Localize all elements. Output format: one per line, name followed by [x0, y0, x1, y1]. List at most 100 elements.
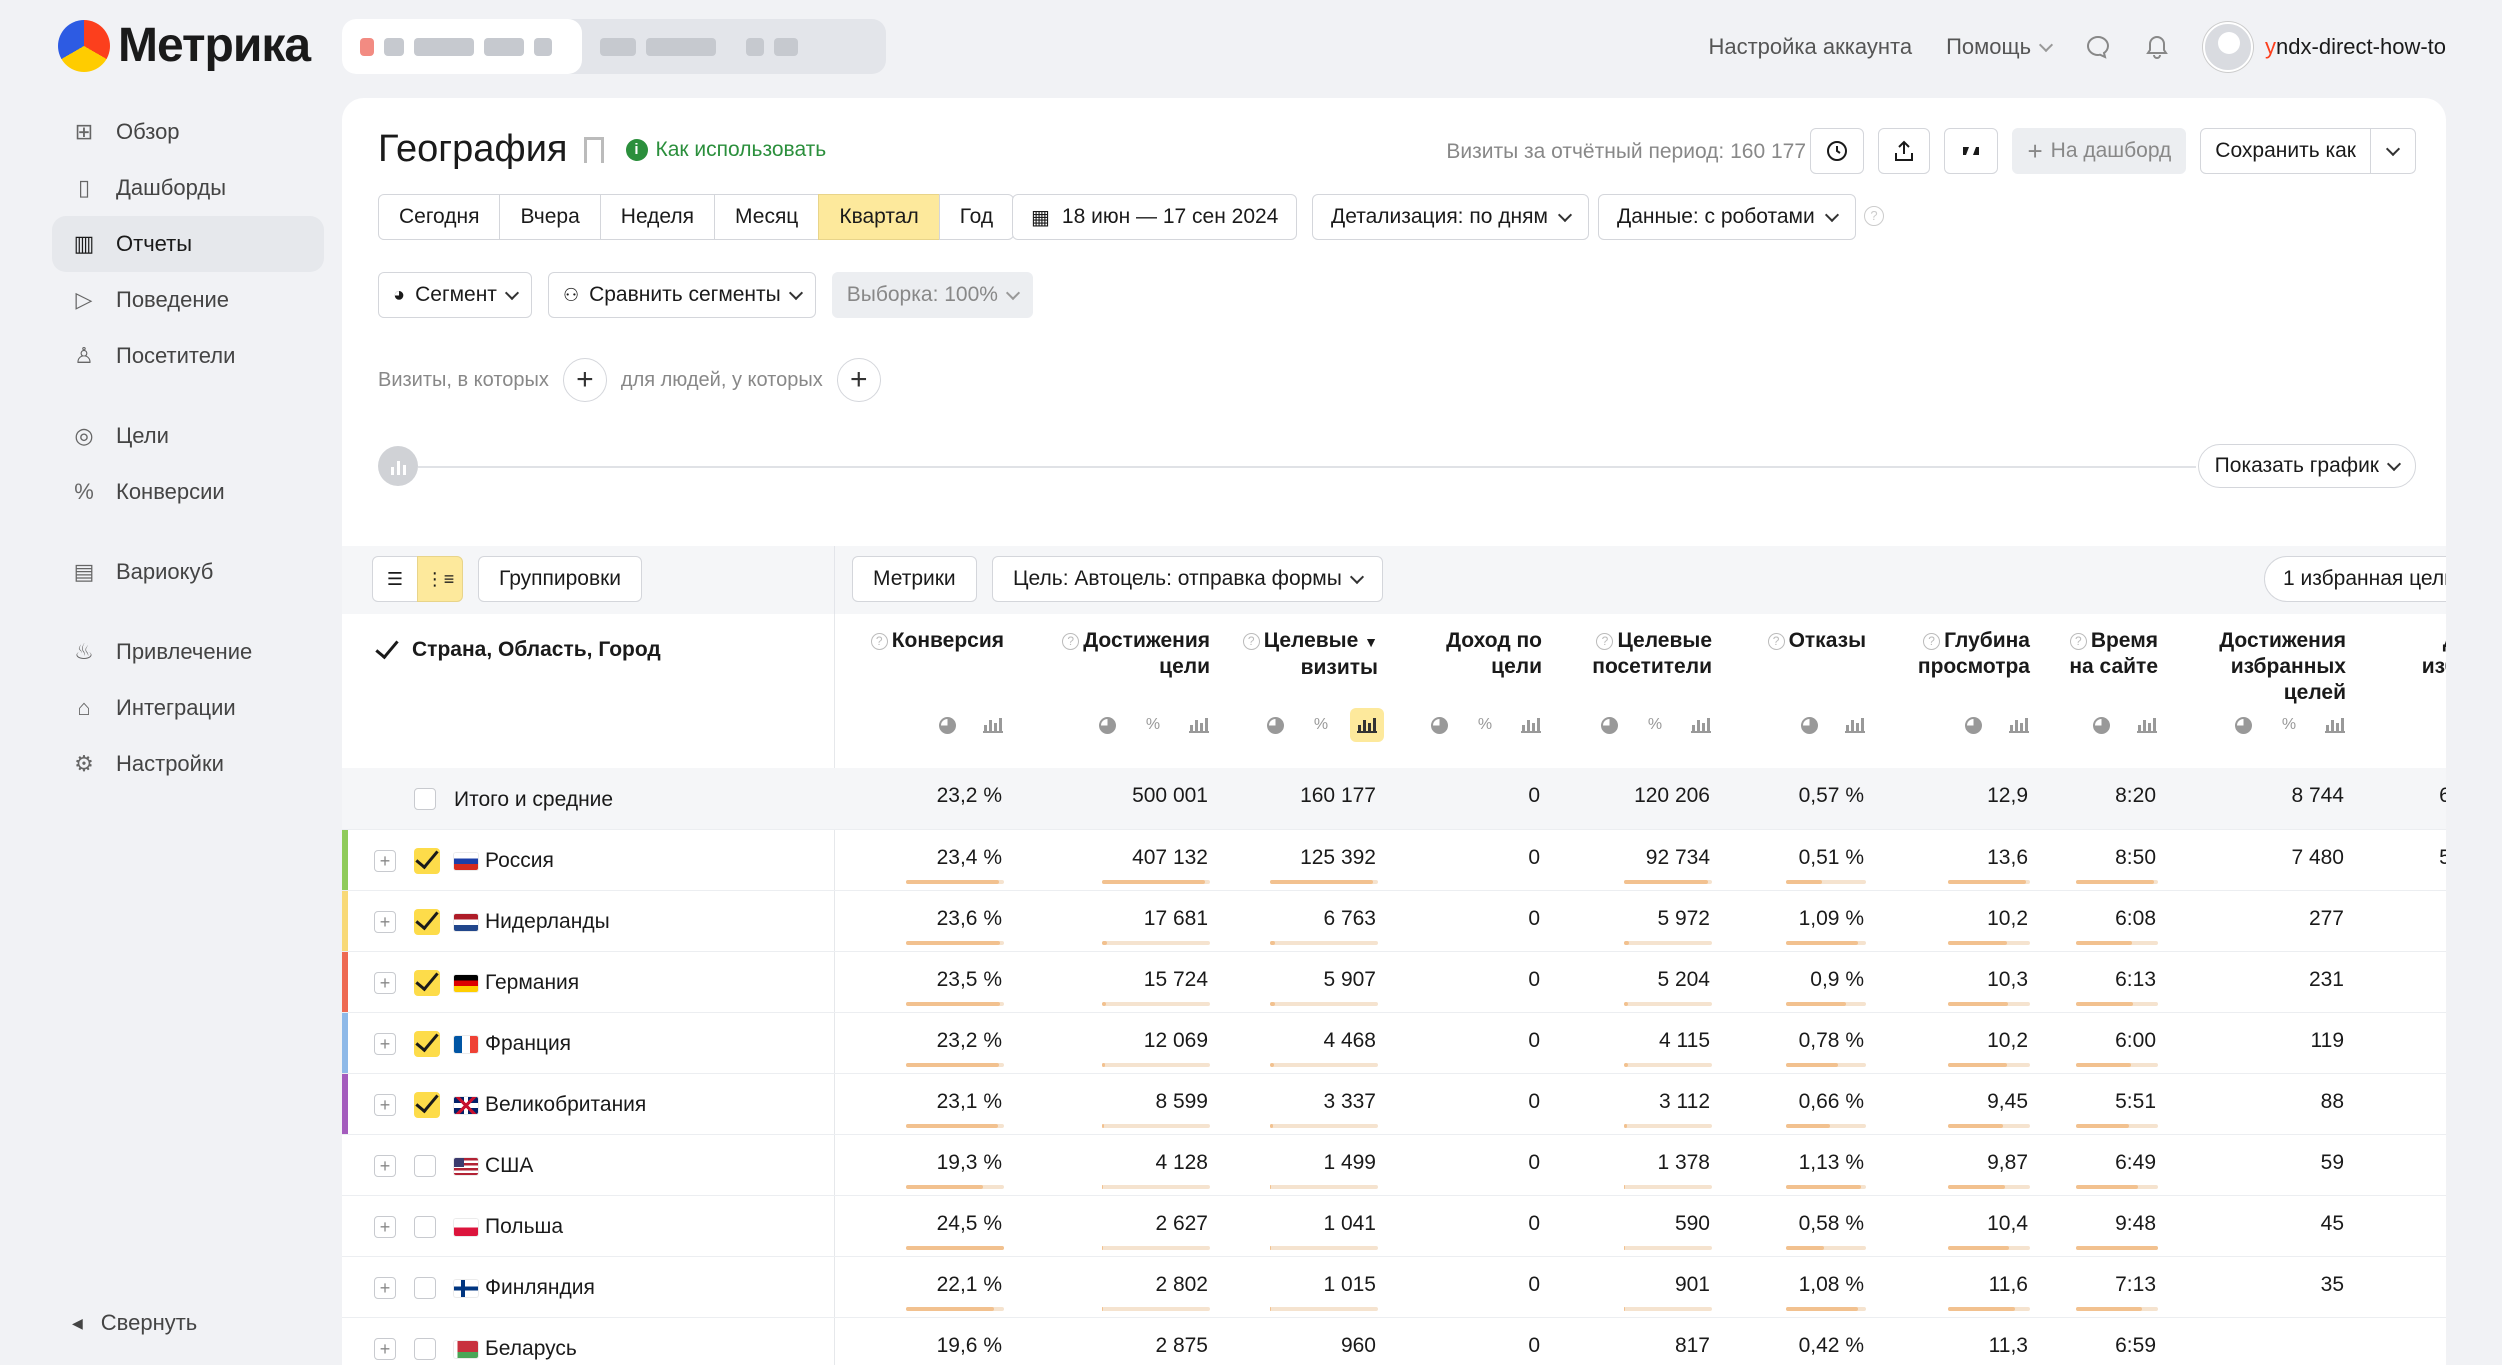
bar-chart-icon[interactable]: [2130, 708, 2164, 742]
how-to-use-link[interactable]: i Как использовать: [625, 138, 826, 162]
column-header[interactable]: ? Глубина просмотра: [1918, 628, 2030, 680]
table-row[interactable]: + Великобритания 23,1 % 8 599 3 337 0 3 112 0,6…: [342, 1074, 2446, 1135]
expand-icon[interactable]: +: [374, 1216, 396, 1238]
sidebar-item-acquisition[interactable]: ♨ Привлечение: [52, 624, 324, 680]
expand-icon[interactable]: +: [374, 911, 396, 933]
table-row[interactable]: + Франция 23,2 % 12 069 4 468 0 4 115 0,78 % 10,…: [342, 1013, 2446, 1074]
segment-dropdown[interactable]: ◕ Сегмент: [378, 272, 532, 318]
expand-icon[interactable]: +: [374, 1277, 396, 1299]
bar-chart-icon[interactable]: [1350, 708, 1384, 742]
row-checkbox[interactable]: [414, 1092, 440, 1118]
percent-icon[interactable]: %: [2272, 708, 2306, 742]
sidebar-item-overview[interactable]: ⊞ Обзор: [52, 104, 324, 160]
pie-chart-icon[interactable]: [1592, 708, 1626, 742]
counter-tab[interactable]: [582, 19, 816, 74]
expand-icon[interactable]: +: [374, 972, 396, 994]
row-label[interactable]: Великобритания: [485, 1093, 646, 1117]
compare-segments-dropdown[interactable]: ⚇ Сравнить сегменты: [547, 272, 816, 318]
column-header[interactable]: ? Время на сайте: [2069, 628, 2158, 680]
column-header[interactable]: ? Конверсия: [870, 628, 1004, 654]
column-header[interactable]: ? Целевые посетители: [1592, 628, 1712, 680]
expand-icon[interactable]: +: [374, 1155, 396, 1177]
row-label[interactable]: Финляндия: [485, 1276, 595, 1300]
table-row[interactable]: + Финляндия 22,1 % 2 802 1 015 0 901 1,08 % 11,6…: [342, 1257, 2446, 1318]
add-to-dashboard-button[interactable]: + На дашборд: [2012, 128, 2187, 174]
help-icon[interactable]: ?: [1767, 633, 1785, 650]
pie-chart-icon[interactable]: [1422, 708, 1456, 742]
bar-chart-icon[interactable]: [1838, 708, 1872, 742]
bar-chart-icon[interactable]: [1684, 708, 1718, 742]
pie-chart-icon[interactable]: [1792, 708, 1826, 742]
sidebar-item-visitors[interactable]: ♙ Посетители: [52, 328, 324, 384]
pie-chart-icon[interactable]: [2084, 708, 2118, 742]
sidebar-item-variocube[interactable]: ▤ Вариокуб: [52, 544, 324, 600]
percent-icon[interactable]: %: [1304, 708, 1338, 742]
save-as-dropdown[interactable]: [2370, 128, 2416, 174]
period-week[interactable]: Неделя: [599, 194, 716, 240]
sidebar-item-settings[interactable]: ⚙ Настройки: [52, 736, 324, 792]
column-header[interactable]: Доход по цели: [1446, 628, 1542, 680]
account-settings-link[interactable]: Настройка аккаунта: [1708, 34, 1912, 60]
expand-icon[interactable]: +: [374, 1094, 396, 1116]
sidebar-item-integrations[interactable]: ⌂ Интеграции: [52, 680, 324, 736]
bar-chart-icon[interactable]: [976, 708, 1010, 742]
select-all-checkbox[interactable]: [374, 638, 400, 664]
percent-icon[interactable]: %: [1136, 708, 1170, 742]
row-checkbox[interactable]: [414, 970, 440, 996]
tree-view-icon[interactable]: ⋮≡: [417, 556, 463, 602]
help-icon[interactable]: ?: [870, 633, 888, 650]
period-yesterday[interactable]: Вчера: [499, 194, 601, 240]
bar-chart-icon[interactable]: [1182, 708, 1216, 742]
table-row[interactable]: + Германия 23,5 % 15 724 5 907 0 5 204 0,9 % 10,…: [342, 952, 2446, 1013]
pie-chart-icon[interactable]: [1956, 708, 1990, 742]
column-header[interactable]: Дох избрац: [2422, 628, 2446, 706]
bar-chart-icon[interactable]: [2002, 708, 2036, 742]
expand-icon[interactable]: +: [374, 1338, 396, 1360]
bookmark-icon[interactable]: [583, 136, 604, 163]
row-label[interactable]: Нидерланды: [485, 910, 610, 934]
chart-icon[interactable]: [378, 446, 418, 486]
sidebar-item-dashboards[interactable]: ▯ Дашборды: [52, 160, 324, 216]
row-checkbox[interactable]: [414, 1216, 436, 1238]
counter-tab-active[interactable]: [342, 19, 582, 74]
help-icon[interactable]: ?: [1596, 633, 1614, 650]
row-label[interactable]: Германия: [485, 971, 579, 995]
column-header[interactable]: Достижения избранных целей: [2219, 628, 2346, 706]
percent-icon[interactable]: %: [1468, 708, 1502, 742]
sample-dropdown[interactable]: Выборка: 100%: [831, 272, 1033, 318]
period-today[interactable]: Сегодня: [378, 194, 501, 240]
table-row[interactable]: + США 19,3 % 4 128 1 499 0 1 378 1,13 % 9,87 6:49…: [342, 1135, 2446, 1196]
percent-icon[interactable]: %: [1638, 708, 1672, 742]
row-label[interactable]: Франция: [485, 1032, 571, 1056]
date-range-picker[interactable]: ▦ 18 июн — 17 сен 2024: [1012, 194, 1298, 240]
pie-chart-icon[interactable]: [2226, 708, 2260, 742]
help-icon[interactable]: ?: [1864, 206, 1884, 226]
table-row[interactable]: + Беларусь 19,6 % 2 875 960 0 817 0,42 % 11,3 6:5…: [342, 1318, 2446, 1365]
bell-icon[interactable]: [2145, 34, 2169, 60]
row-checkbox[interactable]: [414, 788, 436, 810]
save-as-button[interactable]: Сохранить как: [2200, 128, 2371, 174]
pie-chart-icon[interactable]: [930, 708, 964, 742]
help-icon[interactable]: ?: [1242, 633, 1260, 650]
period-month[interactable]: Месяц: [714, 194, 820, 240]
table-row[interactable]: + Нидерланды 23,6 % 17 681 6 763 0 5 972 1,09 %…: [342, 891, 2446, 952]
user-menu[interactable]: yndx-direct-how-to: [2203, 22, 2446, 72]
chat-icon[interactable]: [2085, 34, 2111, 60]
bar-chart-icon[interactable]: [1514, 708, 1548, 742]
sort-desc-icon[interactable]: ▼: [1364, 634, 1378, 650]
column-header[interactable]: ? Достижения цели: [1062, 628, 1210, 680]
dimension-header[interactable]: Страна, Область, Город: [374, 638, 661, 664]
metrika-logo[interactable]: Метрика: [58, 18, 311, 73]
favorite-goals-button[interactable]: 1 избранная цель: [2264, 556, 2446, 602]
sidebar-item-goals[interactable]: ◎ Цели: [52, 408, 324, 464]
help-menu[interactable]: Помощь: [1946, 34, 2054, 60]
pie-chart-icon[interactable]: [1090, 708, 1124, 742]
show-chart-button[interactable]: Показать график: [2197, 444, 2416, 488]
expand-icon[interactable]: +: [374, 850, 396, 872]
row-checkbox[interactable]: [414, 1277, 436, 1299]
bar-chart-icon[interactable]: [2318, 708, 2352, 742]
expand-icon[interactable]: +: [374, 1033, 396, 1055]
metrics-button[interactable]: Метрики: [852, 556, 977, 602]
groupings-button[interactable]: Группировки: [478, 556, 643, 602]
sidebar-collapse-button[interactable]: ◀ Свернуть: [72, 1310, 197, 1336]
